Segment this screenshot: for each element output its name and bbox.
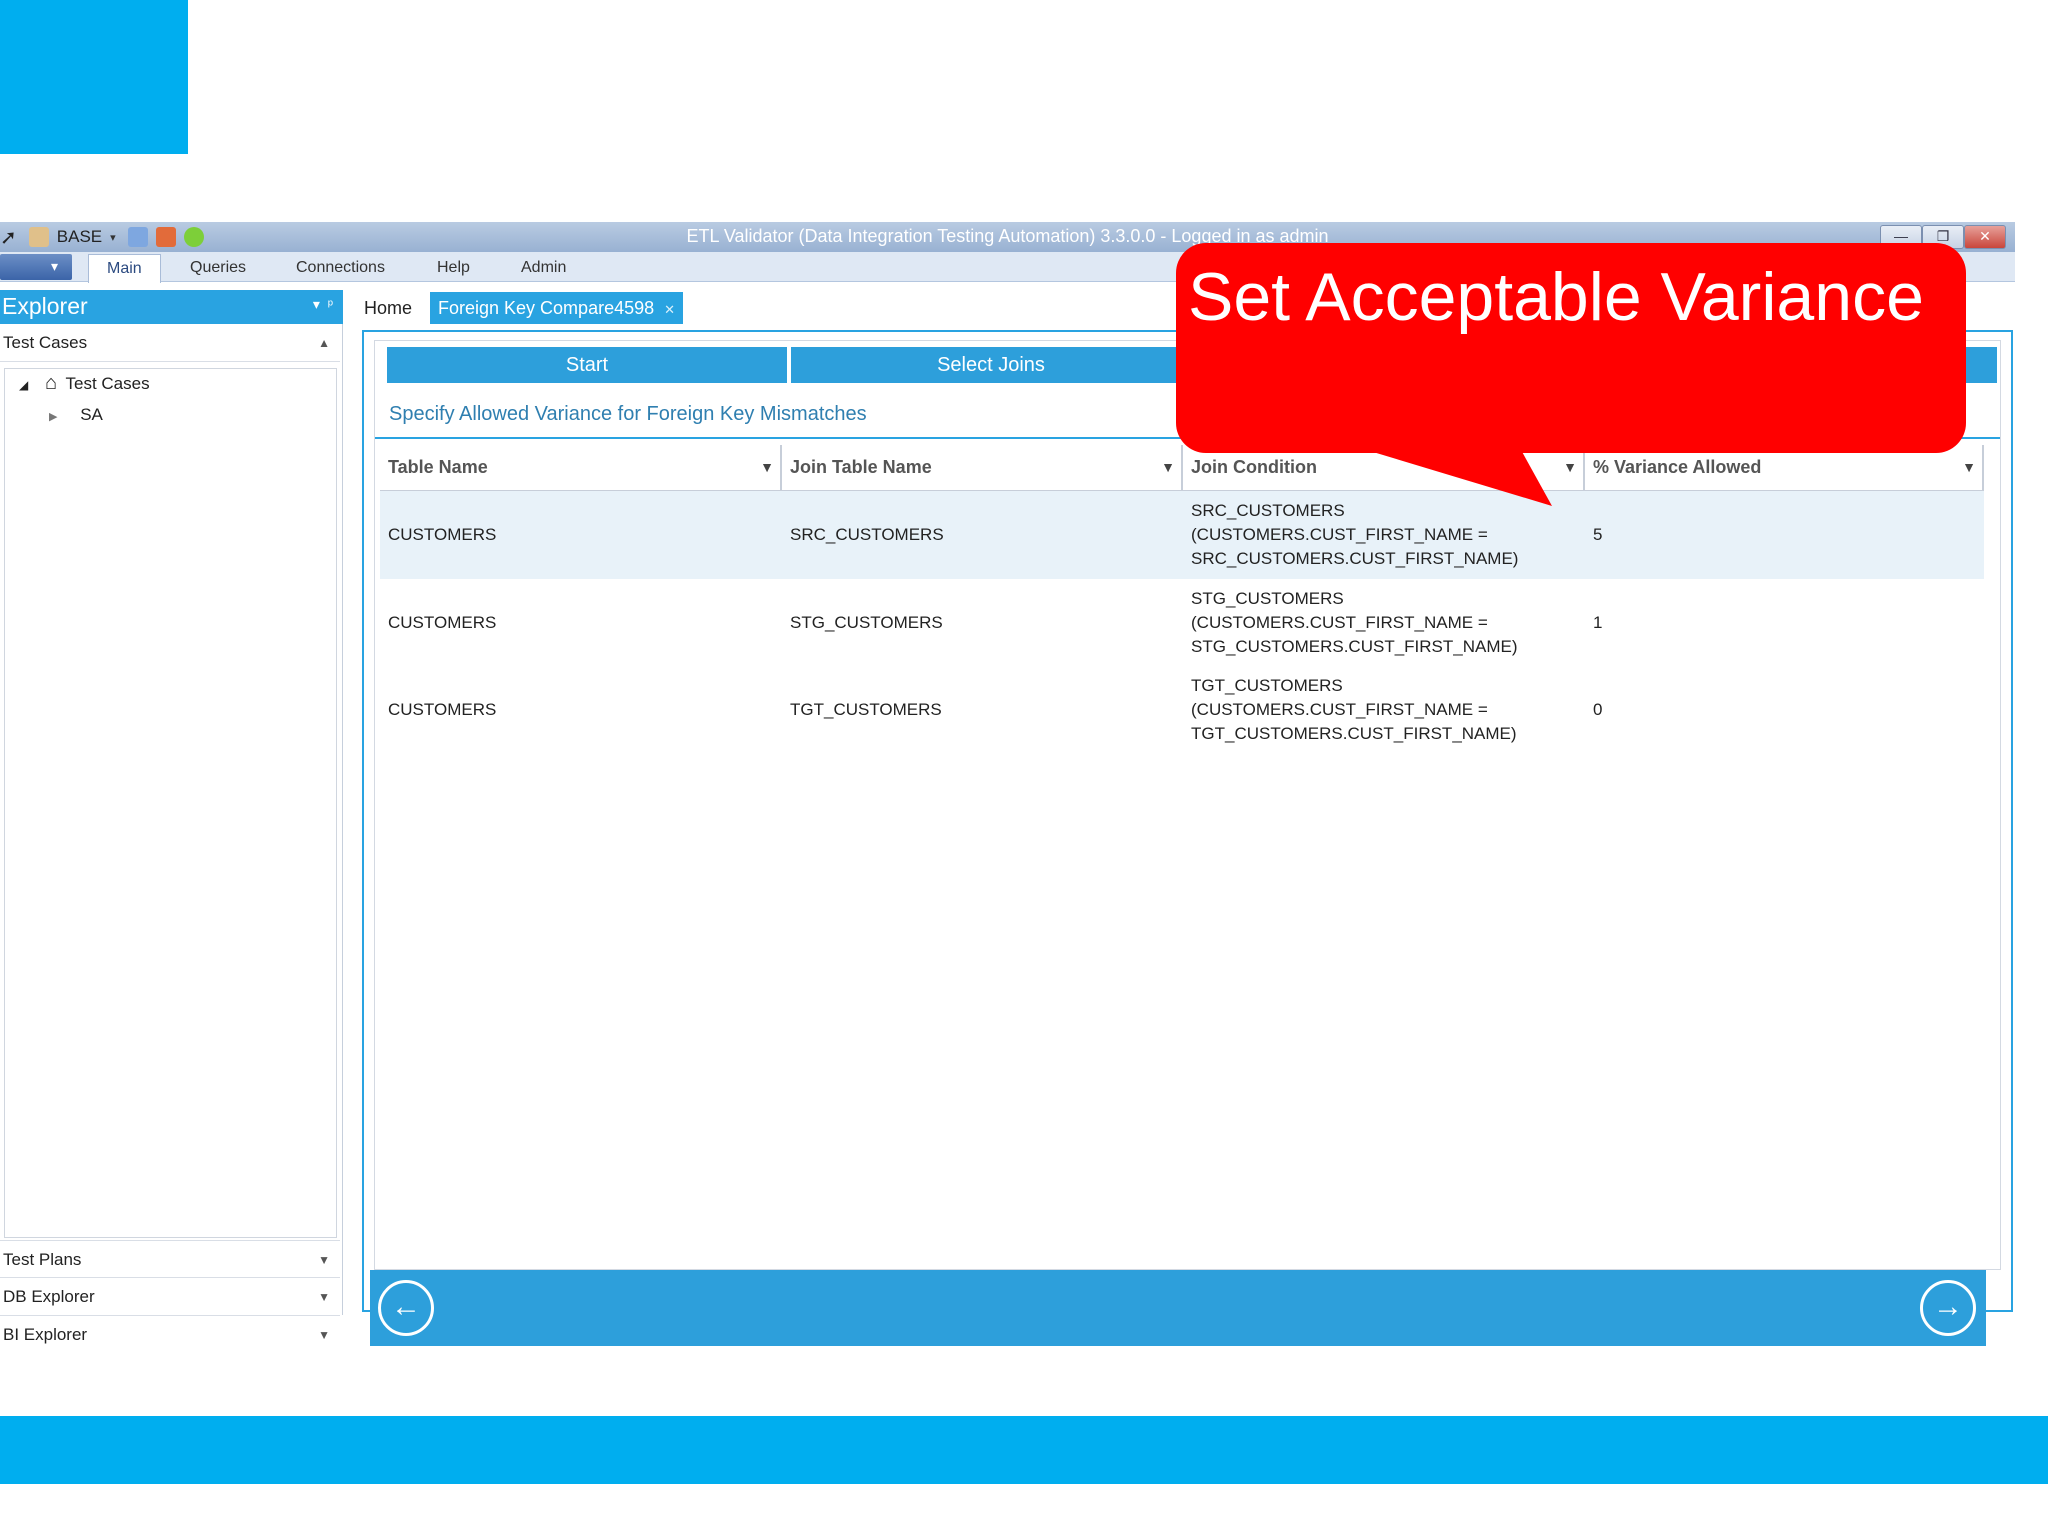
join-condition-line: (CUSTOMERS.CUST_FIRST_NAME = [1191,525,1488,544]
expand-triangle-icon[interactable]: ▶ [49,411,57,423]
bi-explorer-label: BI Explorer [3,1325,88,1344]
ribbon-tab-main[interactable]: Main [88,254,161,283]
home-icon: ⌂ [44,372,58,394]
explorer-title: Explorer [2,293,88,319]
test-plans-section-header[interactable]: Test Plans ▼ [0,1240,340,1278]
join-condition-line: STG_CUSTOMERS [1191,588,1344,608]
back-button[interactable]: ← [378,1280,434,1336]
variance-grid: Table Name ▼ Join Table Name ▼ Join Cond… [380,445,1984,1007]
wizard-panel: Start Select Joins Specify Allowed Varia… [374,340,2001,1270]
db-explorer-section-header[interactable]: DB Explorer ▼ [0,1278,340,1316]
arrow-right-icon: → [1933,1290,1963,1323]
table-row[interactable]: CUSTOMERS STG_CUSTOMERS STG_CUSTOMERS (C… [380,579,1984,666]
ribbon-tab-queries[interactable]: Queries [172,254,264,282]
ribbon-tab-admin[interactable]: Admin [503,254,584,282]
step-start[interactable]: Start [387,347,787,383]
chevron-up-icon[interactable]: ▲ [318,324,330,362]
tab-foreign-key-compare[interactable]: Foreign Key Compare4598 ✕ [430,292,684,324]
arrow-left-icon: ← [391,1290,421,1323]
wizard-container: Start Select Joins Specify Allowed Varia… [362,330,2013,1346]
slide-accent-block [0,0,188,154]
test-cases-section-label: Test Cases [3,333,88,352]
next-button[interactable]: → [1920,1280,1976,1336]
table-row[interactable]: CUSTOMERS SRC_CUSTOMERS SRC_CUSTOMERS (C… [380,491,1984,579]
collapse-triangle-icon[interactable]: ◢ [19,378,28,392]
db-explorer-label: DB Explorer [3,1287,95,1306]
cell-variance[interactable]: 1 [1585,579,1984,666]
cell-table-name: CUSTOMERS [388,525,497,544]
close-button[interactable]: ✕ [1964,225,2006,249]
slide-footer-bar [0,1416,2048,1484]
column-label: Join Condition [1191,457,1317,477]
explorer-panel: Explorer ▾ ᵖ Test Cases ▲ ◢ ⌂ Test Cases… [0,290,343,1344]
join-condition-line: TGT_CUSTOMERS.CUST_FIRST_NAME) [1191,723,1517,743]
chevron-down-icon[interactable]: ▼ [318,1241,330,1279]
filter-icon[interactable]: ▼ [1161,445,1175,489]
cell-variance[interactable]: 5 [1585,491,1984,579]
table-row[interactable]: CUSTOMERS TGT_CUSTOMERS TGT_CUSTOMERS (C… [380,666,1984,753]
column-label: % Variance Allowed [1593,457,1762,477]
cell-join-condition: TGT_CUSTOMERS (CUSTOMERS.CUST_FIRST_NAME… [1183,666,1585,753]
ribbon-tab-connections[interactable]: Connections [278,254,403,282]
tab-home[interactable]: Home [356,292,420,324]
tree-node-label: SA [80,405,103,424]
page-subtitle: Specify Allowed Variance for Foreign Key… [389,403,867,425]
pin-icon[interactable]: ▾ ᵖ [313,296,333,313]
tree-node-sa[interactable]: ▶ SA [49,401,103,429]
cell-table-name: CUSTOMERS [388,699,497,719]
filter-icon[interactable]: ▼ [760,445,774,489]
join-condition-line: SRC_CUSTOMERS.CUST_FIRST_NAME) [1191,549,1519,568]
join-condition-line: STG_CUSTOMERS.CUST_FIRST_NAME) [1191,636,1518,656]
tab-label: Foreign Key Compare4598 [438,298,655,318]
chevron-down-icon[interactable]: ▼ [318,1278,330,1316]
test-case-tree: ◢ ⌂ Test Cases ▶ SA [4,368,337,1238]
close-tab-icon[interactable]: ✕ [664,302,675,317]
explorer-header: Explorer ▾ ᵖ [0,290,343,324]
filter-icon[interactable]: ▼ [1962,445,1976,489]
test-cases-section-header[interactable]: Test Cases ▲ [0,324,340,362]
join-condition-line: (CUSTOMERS.CUST_FIRST_NAME = [1191,612,1488,632]
column-label: Table Name [388,457,488,477]
cell-join-table-name: STG_CUSTOMERS [790,612,943,632]
column-header-table-name[interactable]: Table Name ▼ [380,445,782,491]
column-label: Join Table Name [790,457,932,477]
callout-text: Set Acceptable Variance [1188,259,1924,335]
wizard-navigation-bar: ← → [370,1270,1986,1346]
application-menu-button[interactable] [0,254,72,280]
chevron-down-icon[interactable]: ▼ [318,1316,330,1354]
test-plans-label: Test Plans [3,1250,82,1269]
cell-join-table-name: SRC_CUSTOMERS [790,525,944,544]
step-select-joins[interactable]: Select Joins [791,347,1191,383]
cell-variance[interactable]: 0 [1585,666,1984,753]
column-header-join-table-name[interactable]: Join Table Name ▼ [782,445,1183,491]
tree-node-label: Test Cases [65,374,150,393]
ribbon-tab-help[interactable]: Help [419,254,488,282]
cell-table-name: CUSTOMERS [388,612,497,632]
join-condition-line: (CUSTOMERS.CUST_FIRST_NAME = [1191,699,1488,719]
join-condition-line: TGT_CUSTOMERS [1191,675,1343,695]
cell-join-table-name: TGT_CUSTOMERS [790,699,942,719]
callout-tail [1300,430,1552,506]
bi-explorer-section-header[interactable]: BI Explorer ▼ [0,1316,340,1354]
cell-join-condition: STG_CUSTOMERS (CUSTOMERS.CUST_FIRST_NAME… [1183,579,1585,666]
tree-node-test-cases[interactable]: ◢ ⌂ Test Cases [19,369,150,397]
